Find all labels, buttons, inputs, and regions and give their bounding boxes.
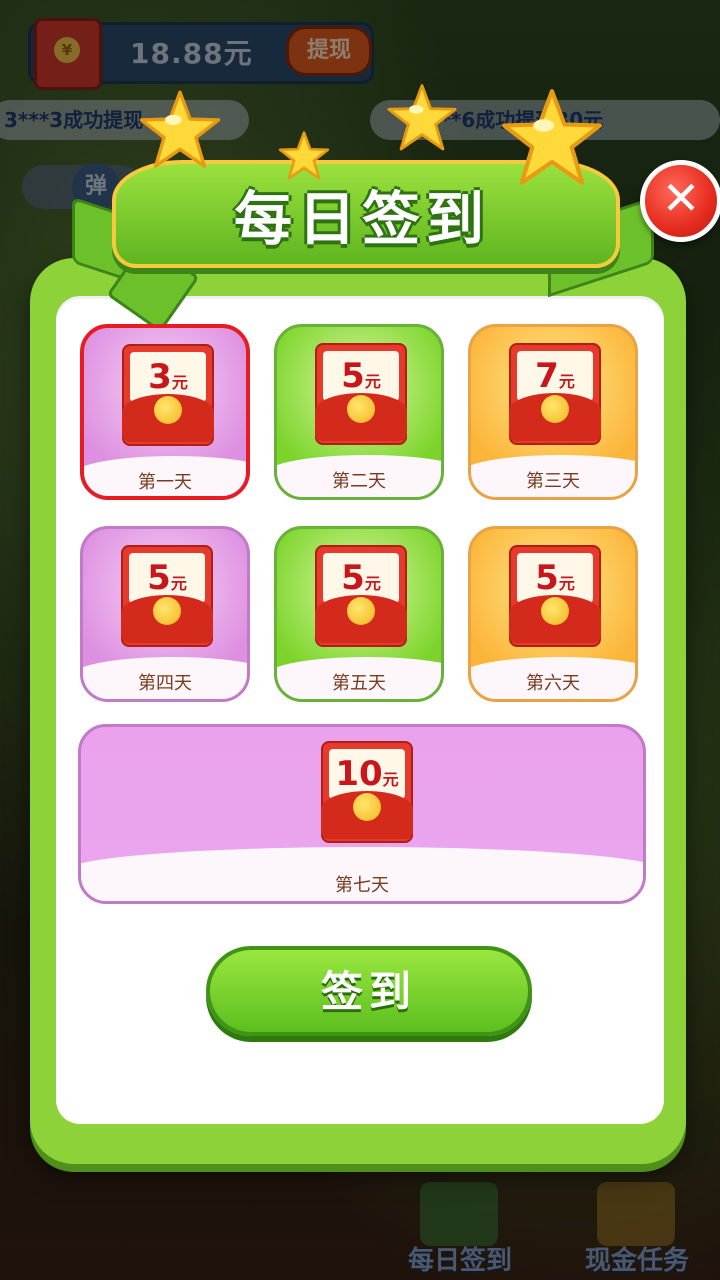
day-label: 第六天 xyxy=(526,673,580,694)
star-icon xyxy=(500,86,604,190)
day-label: 第二天 xyxy=(332,471,386,492)
signin-button-label: 签到 xyxy=(320,967,417,1016)
day-label: 第四天 xyxy=(138,673,192,694)
reward-amount: 5元 xyxy=(341,558,381,598)
red-envelope-icon: 5元 xyxy=(315,343,407,445)
day-card-1[interactable]: 3元 第一天 xyxy=(80,324,250,500)
star-icon xyxy=(138,88,222,172)
day-card-4[interactable]: 5元 第四天 xyxy=(80,526,250,702)
day-label: 第五天 xyxy=(332,673,386,694)
red-envelope-icon: 3元 xyxy=(122,344,214,446)
day-card-3[interactable]: 7元 第三天 xyxy=(468,324,638,500)
day-label: 第一天 xyxy=(138,472,192,493)
red-envelope-icon: 10元 xyxy=(321,741,413,843)
reward-amount: 5元 xyxy=(341,356,381,396)
close-button[interactable]: ✕ xyxy=(640,160,720,242)
red-envelope-icon: 5元 xyxy=(121,545,213,647)
reward-amount: 10元 xyxy=(335,754,399,794)
star-icon xyxy=(386,82,458,154)
red-envelope-icon: 5元 xyxy=(509,545,601,647)
day-card-6[interactable]: 5元 第六天 xyxy=(468,526,638,702)
day-label: 第三天 xyxy=(526,471,580,492)
signin-button[interactable]: 签到 xyxy=(206,946,532,1036)
red-envelope-icon: 7元 xyxy=(509,343,601,445)
close-icon: ✕ xyxy=(661,171,701,225)
day-card-5[interactable]: 5元 第五天 xyxy=(274,526,444,702)
reward-amount: 7元 xyxy=(535,356,575,396)
star-icon xyxy=(278,130,330,182)
day-card-2[interactable]: 5元 第二天 xyxy=(274,324,444,500)
reward-amount: 3元 xyxy=(148,357,188,397)
reward-amount: 5元 xyxy=(147,558,187,598)
day-card-7[interactable]: 10元 第七天 xyxy=(78,724,646,904)
reward-amount: 5元 xyxy=(535,558,575,598)
red-envelope-icon: 5元 xyxy=(315,545,407,647)
day-label: 第七天 xyxy=(335,875,389,896)
